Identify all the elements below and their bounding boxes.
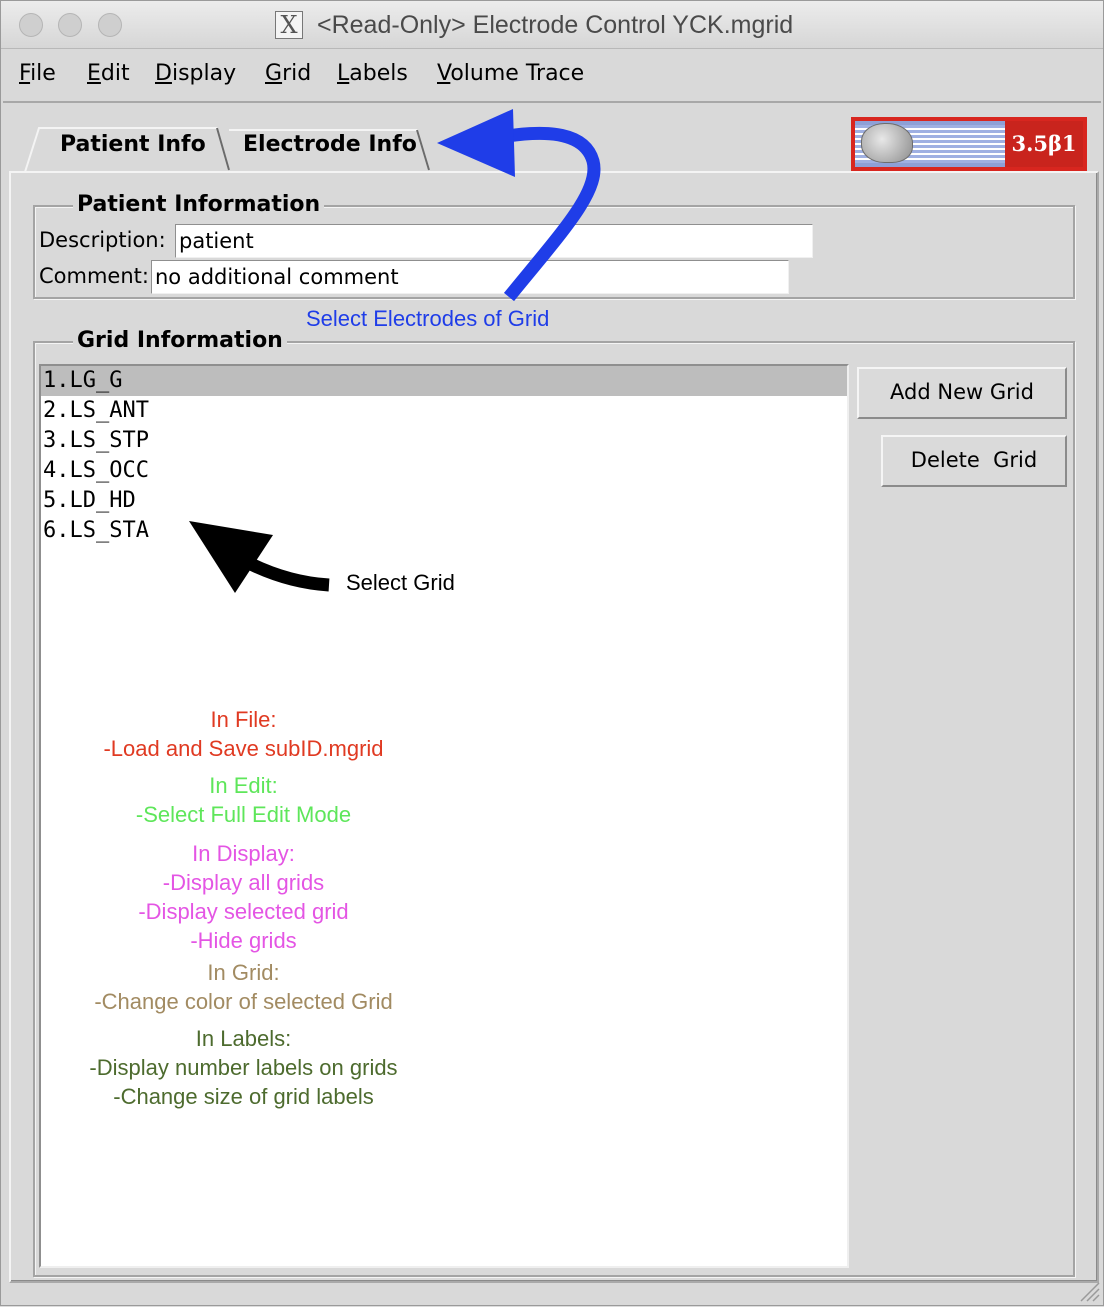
- note-line: -Change size of grid labels: [113, 1084, 374, 1109]
- note-line: In Labels:: [195, 1026, 292, 1051]
- select-grid-annotation: Select Grid: [346, 570, 455, 595]
- blue-arrow-curve: [499, 126, 601, 302]
- note-line: In File:: [210, 707, 277, 732]
- note-line: -Load and Save subID.mgrid: [103, 736, 384, 761]
- select-electrodes-annotation: Select Electrodes of Grid: [306, 306, 550, 331]
- note-line: -Display selected grid: [138, 899, 349, 924]
- note-line: -Display number labels on grids: [89, 1055, 398, 1080]
- note-line: -Hide grids: [190, 928, 297, 953]
- note-display: In Display: -Display all grids -Display …: [41, 839, 446, 955]
- black-arrow-head: [189, 521, 273, 593]
- note-grid: In Grid: -Change color of selected Grid: [41, 958, 446, 1016]
- note-line: -Change color of selected Grid: [94, 989, 393, 1014]
- note-edit: In Edit: -Select Full Edit Mode: [41, 771, 446, 829]
- annotation-arrows: [189, 109, 601, 593]
- note-line: In Grid:: [207, 960, 280, 985]
- note-line: -Display all grids: [162, 870, 325, 895]
- note-file: In File: -Load and Save subID.mgrid: [41, 705, 446, 763]
- note-line: -Select Full Edit Mode: [135, 802, 352, 827]
- note-labels: In Labels: -Display number labels on gri…: [41, 1024, 446, 1111]
- note-line: In Edit:: [209, 773, 278, 798]
- electrode-control-window: X <Read-Only> Electrode Control YCK.mgri…: [0, 0, 1104, 1306]
- note-line: In Display:: [192, 841, 295, 866]
- blue-arrow-head: [437, 109, 515, 177]
- resize-grip-icon[interactable]: [1077, 1279, 1101, 1303]
